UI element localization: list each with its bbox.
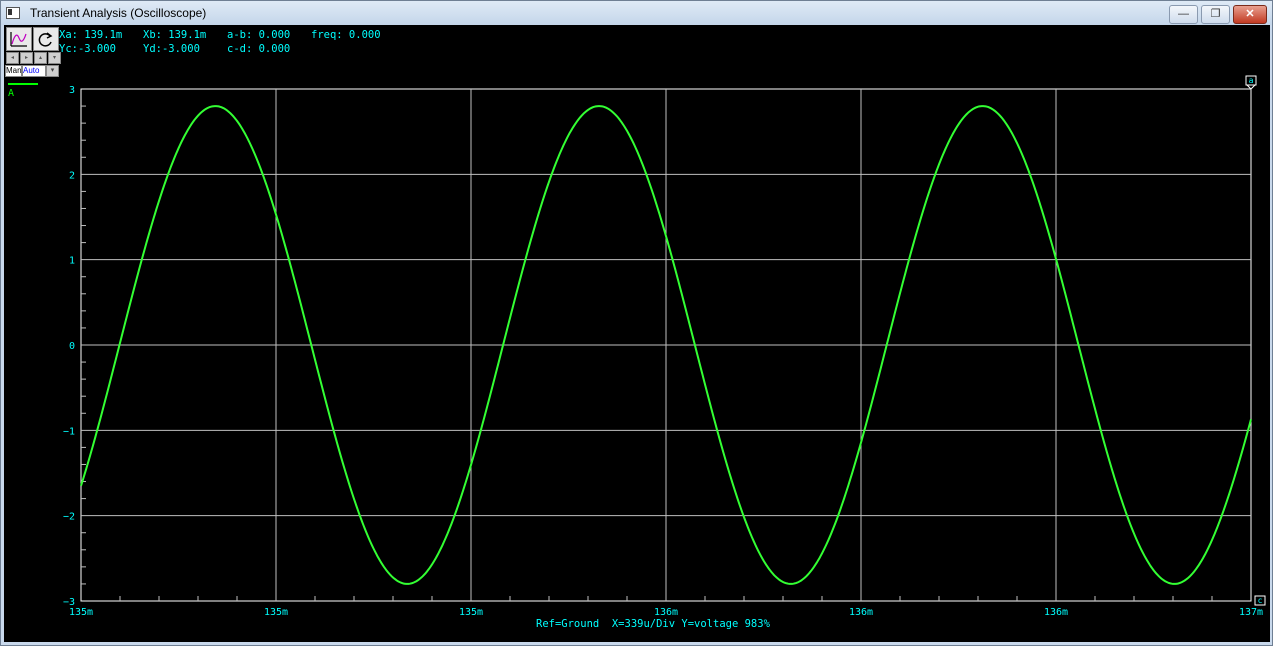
x-tick-label: 136m: [849, 607, 873, 618]
minimize-button[interactable]: —: [1169, 5, 1198, 24]
x-tick-label: 136m: [654, 607, 678, 618]
cursor-yd-readout: Yd:-3.000: [143, 43, 200, 55]
cursor-xa-readout: Xa: 139.1m: [59, 29, 123, 41]
legend-trace-label[interactable]: A: [8, 88, 14, 99]
cursor-yc-readout: Yc:-3.000: [59, 43, 116, 55]
refresh-button[interactable]: [33, 27, 59, 51]
cursor-ab-readout: a-b: 0.000: [227, 29, 291, 41]
pan-left-button[interactable]: ▴: [34, 52, 47, 64]
cursor-cd-readout: c-d: 0.000: [227, 43, 291, 55]
zoom-in-button[interactable]: ◂: [6, 52, 19, 64]
y-tick-label: 0: [69, 341, 75, 352]
y-tick-label: 1: [69, 256, 75, 267]
y-tick-label: 2: [69, 170, 75, 181]
scale-dropdown-chevron-icon[interactable]: ▾: [46, 65, 59, 77]
y-tick-label: −1: [63, 426, 75, 437]
y-tick-label: −2: [63, 512, 75, 523]
waveform-plot[interactable]: 3210−1−2−3135m 135m 135m 136m 136m 136m 137mac: [4, 25, 1270, 642]
x-tick-label: 136m: [1044, 607, 1068, 618]
title-bar[interactable]: Transient Analysis (Oscilloscope) — ❐ ✕: [1, 1, 1272, 25]
app-icon: [6, 7, 20, 19]
refresh-icon: [38, 32, 53, 47]
scope-status-line: Ref=Ground X=339u/Div Y=voltage 983%: [536, 618, 770, 630]
cursor-tool-button[interactable]: [6, 27, 32, 51]
auto-scale-button[interactable]: Auto: [22, 65, 46, 77]
oscilloscope-window: Transient Analysis (Oscilloscope) — ❐ ✕ …: [0, 0, 1273, 646]
x-tick-label: 135m: [459, 607, 483, 618]
oscilloscope-display[interactable]: 3 2 1 0 −1 −2 −3 135m 135m 135m 136m 136m 136m 137m a c…: [4, 25, 1270, 642]
cursor-c-label: c: [1258, 596, 1263, 605]
cursor-xb-readout: Xb: 139.1m: [143, 29, 207, 41]
legend-trace-swatch: [8, 83, 38, 85]
cursor-a-label: a: [1249, 76, 1254, 85]
frequency-readout: freq: 0.000: [311, 29, 381, 41]
x-tick-label: 135m: [264, 607, 288, 618]
cursor-measure-icon: [10, 32, 27, 47]
scope-toolbar: ◂ ▸ ▴ ▾ Man Auto ▾: [4, 25, 61, 77]
cursor-a-arrow: [1246, 84, 1256, 90]
manual-scale-button[interactable]: Man: [5, 65, 22, 77]
y-tick-label: 3: [69, 85, 75, 96]
maximize-button[interactable]: ❐: [1201, 5, 1230, 24]
close-button[interactable]: ✕: [1233, 5, 1267, 24]
zoom-out-button[interactable]: ▸: [20, 52, 33, 64]
window-title: Transient Analysis (Oscilloscope): [30, 6, 207, 20]
x-tick-label: 135m: [69, 607, 93, 618]
x-tick-label: 137m: [1239, 607, 1263, 618]
